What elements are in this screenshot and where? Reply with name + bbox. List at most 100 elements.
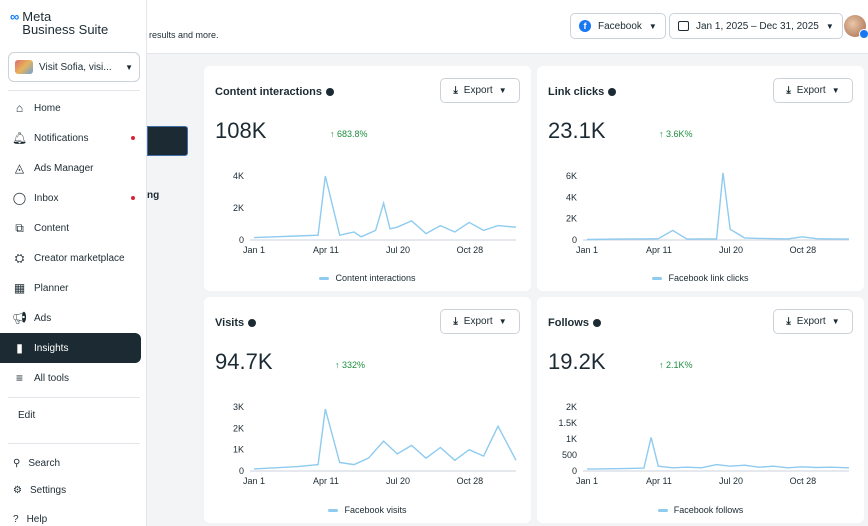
export-button[interactable]: ⤓ Export ▼ (440, 309, 520, 334)
menu-icon: ≡ (15, 371, 23, 385)
metric-value: 23.1K (548, 118, 606, 143)
sidebar-item-insights[interactable]: ▮ Insights (0, 333, 141, 363)
meta-brand[interactable]: ∞ Meta Business Suite (10, 9, 109, 37)
help-nav-item[interactable]: ? Help (13, 514, 47, 525)
search-icon: ⚲ (13, 458, 21, 469)
x-tick-label: Jan 1 (243, 476, 265, 486)
legend-swatch (652, 276, 663, 280)
notification-dot (131, 196, 135, 200)
metric-delta: ↑ 3.6K% (659, 129, 693, 139)
legend-swatch (328, 508, 339, 512)
caret-down-icon: ▼ (125, 62, 133, 72)
legend-swatch (319, 276, 330, 280)
x-tick-label: Jul 20 (386, 245, 410, 255)
legend-label: Content interactions (335, 273, 416, 283)
series-line (253, 175, 517, 239)
bell-icon: 🔔︎ (11, 131, 28, 145)
sidebar-item-ads-manager[interactable]: ◬ Ads Manager (0, 153, 147, 183)
account-selector[interactable]: Visit Sofia, visi... ▼ (8, 52, 140, 82)
help-label: Help (26, 514, 48, 525)
legend-label: Facebook follows (673, 505, 744, 515)
legend-label: Facebook link clicks (668, 273, 749, 283)
caret-down-icon: ▼ (498, 86, 507, 95)
search-nav-item[interactable]: ⚲ Search (13, 458, 60, 469)
date-range-label: Jan 1, 2025 – Dec 31, 2025 (696, 20, 819, 32)
facebook-icon: f (579, 20, 591, 32)
sidebar-item-label: Planner (34, 282, 69, 294)
settings-nav-item[interactable]: ⚙ Settings (13, 485, 66, 496)
chart-legend: Facebook follows (537, 505, 864, 515)
edit-nav-button[interactable]: Edit (18, 410, 35, 421)
sidebar-item-home[interactable]: ⌂ Home (0, 93, 147, 123)
divider (8, 90, 140, 91)
card-title: Link clicks (548, 86, 617, 98)
metric-delta: ↑ 683.8% (330, 129, 368, 139)
sidebar-item-inbox[interactable]: ◯ Inbox (0, 183, 147, 213)
export-button[interactable]: ⤓ Export ▼ (440, 78, 520, 103)
info-icon[interactable] (248, 319, 257, 327)
sidebar-item-creator-marketplace[interactable]: ⛭ Creator marketplace (0, 243, 147, 273)
x-tick-label: Jul 20 (719, 476, 743, 486)
sidebar-item-notifications[interactable]: 🔔︎ Notifications (0, 123, 147, 153)
settings-label: Settings (29, 485, 67, 496)
metric-value: 19.2K (548, 349, 606, 374)
profile-avatar[interactable] (844, 15, 868, 39)
card-title: Content interactions (215, 86, 334, 98)
y-tick-label: 0 (239, 235, 244, 245)
x-tick-label: Oct 28 (790, 245, 817, 255)
x-tick-label: Oct 28 (790, 476, 817, 486)
info-icon[interactable] (592, 319, 601, 327)
meta-logo-icon: ∞ (10, 9, 20, 24)
search-label: Search (28, 458, 61, 469)
x-tick-label: Apr 11 (646, 476, 672, 486)
background-text-fragment: ng (147, 190, 160, 201)
metric-delta: ↑ 2.1K% (659, 360, 693, 370)
sidebar-item-content[interactable]: ⧉ Content (0, 213, 147, 243)
platform-selector[interactable]: f Facebook ▼ (570, 13, 666, 39)
brand-name-line2: Business Suite (22, 22, 109, 37)
legend-label: Facebook visits (344, 505, 407, 515)
line-chart: 0 1K 2K 3K Jan 1 Apr 11 Jul 20 Oct 28 (233, 402, 517, 486)
caret-down-icon: ▼ (648, 21, 657, 31)
info-icon[interactable] (325, 88, 334, 96)
series-line (586, 172, 850, 241)
top-bar: results and more. f Facebook ▼ Jan 1, 20… (147, 0, 868, 54)
download-icon: ⤓ (786, 316, 791, 327)
x-tick-label: Apr 11 (313, 476, 339, 486)
insight-card: Content interactions ⤓ Export ▼ 108K ↑ 683.8%… (204, 66, 531, 291)
card-title: Visits (215, 317, 257, 329)
caret-down-icon: ▼ (498, 317, 507, 326)
info-icon[interactable] (608, 88, 617, 96)
insight-card: Link clicks ⤓ Export ▼ 23.1K ↑ 3.6K% 0 2K 4K 6K Ja… (537, 66, 864, 291)
platform-label: Facebook (598, 20, 642, 32)
sidebar-item-label: Inbox (34, 192, 59, 204)
divider (8, 397, 140, 398)
export-label: Export (463, 85, 493, 96)
metric-value: 94.7K (215, 349, 273, 374)
download-icon: ⤓ (453, 85, 458, 96)
sidebar-item-label: Home (34, 102, 61, 114)
x-tick-label: Jan 1 (243, 245, 265, 255)
sidebar-item-all-tools[interactable]: ≡ All tools (0, 363, 147, 393)
date-range-selector[interactable]: Jan 1, 2025 – Dec 31, 2025 ▼ (669, 13, 843, 39)
card-title-text: Follows (548, 317, 589, 329)
background-button[interactable] (147, 126, 188, 156)
card-title: Follows (548, 317, 601, 329)
sidebar-item-label: All tools (34, 372, 70, 384)
export-label: Export (463, 316, 493, 327)
export-button[interactable]: ⤓ Export ▼ (773, 309, 853, 334)
x-tick-label: Jan 1 (576, 476, 598, 486)
metric-delta: ↑ 332% (335, 360, 366, 370)
divider (8, 443, 140, 444)
calendar-icon: ▦ (13, 281, 26, 295)
x-tick-label: Jan 1 (576, 245, 598, 255)
series-line (586, 437, 850, 470)
legend-swatch (657, 508, 668, 512)
y-tick-label: 3K (233, 402, 244, 412)
export-button[interactable]: ⤓ Export ▼ (773, 78, 853, 103)
y-tick-label: 2K (233, 203, 244, 213)
sidebar-item-ads[interactable]: 📢︎ Ads (0, 303, 147, 333)
line-chart: 0 2K 4K 6K Jan 1 Apr 11 Jul 20 Oct 28 (566, 171, 850, 255)
line-chart: 0 500 1K 1.5K 2K Jan 1 Apr 11 Jul 20 Oct 28 (558, 402, 850, 486)
sidebar-item-planner[interactable]: ▦ Planner (0, 273, 147, 303)
